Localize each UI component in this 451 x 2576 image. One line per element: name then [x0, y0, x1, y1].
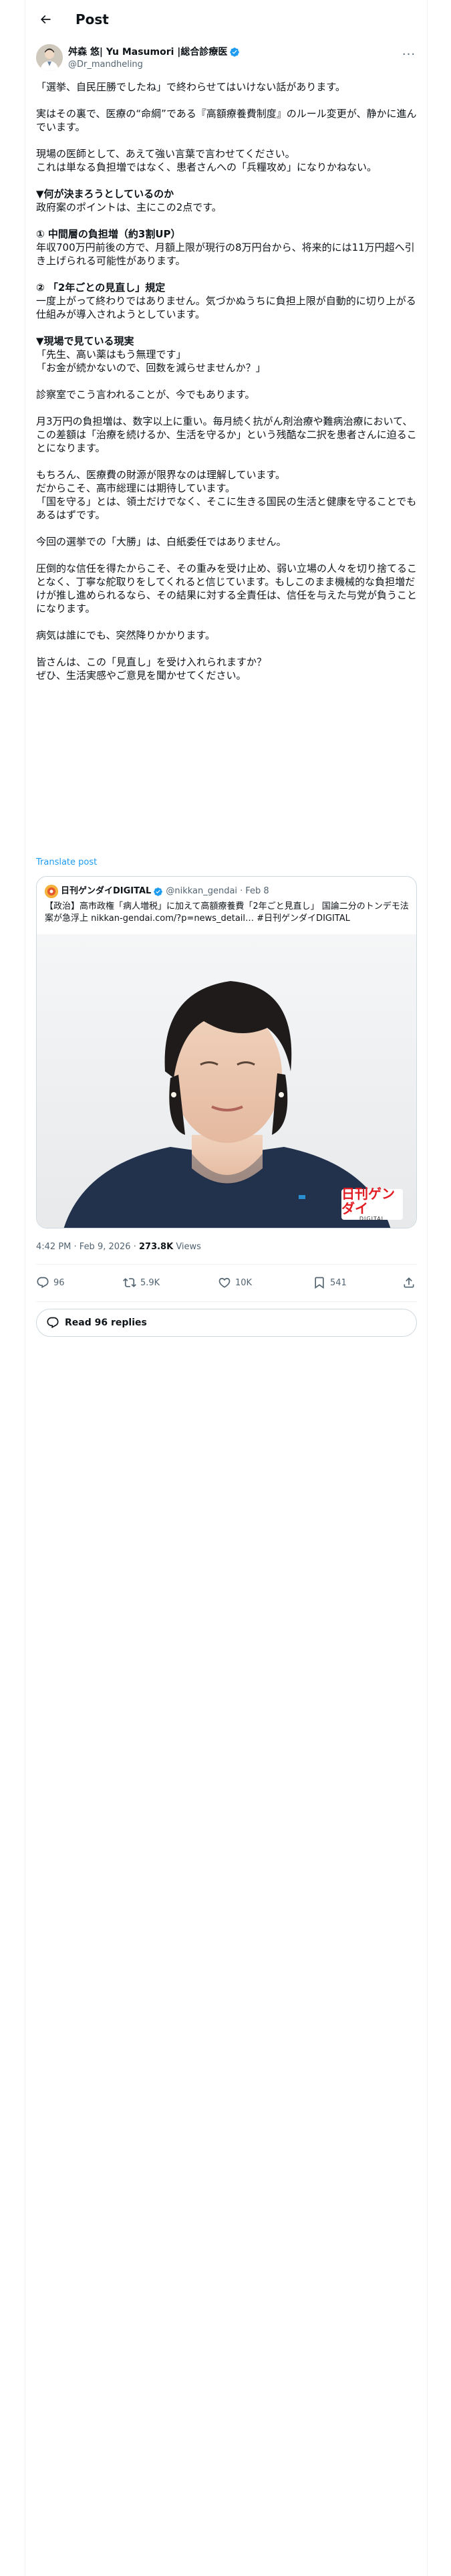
post-time[interactable]: 4:42 PM	[36, 1242, 71, 1252]
post-paragraph: 実はその裏で、医療の“命綱”である『高額療養費制度』のルール変更が、静かに進んで…	[36, 108, 417, 133]
repost-count: 5.9K	[140, 1277, 160, 1288]
share-icon	[404, 1277, 414, 1288]
views-count: 273.8K	[138, 1242, 174, 1252]
reply-count: 96	[53, 1277, 65, 1288]
read-replies-button[interactable]: Read 96 replies	[36, 1309, 417, 1337]
post-paragraph: 月3万円の負担増は、数字以上に重い。毎月続く抗がん剤治療や難病治療において、この…	[36, 415, 417, 454]
post-paragraph: ① 中間層の負担増（約3割UP）	[36, 228, 181, 240]
post-paragraph: 現場の医師として、あえて強い言葉で言わせてください。 これは単なる負担増ではなく…	[36, 148, 378, 173]
quoted-post[interactable]: 日刊ゲンダイDIGITAL @nikkan_gendai · Feb 8 【政治…	[36, 876, 417, 1228]
portrait-photo	[37, 934, 416, 1228]
watermark-sub: DIGITAL	[359, 1216, 386, 1222]
gendai-watermark: 日刊ゲンダイ DIGITAL	[341, 1186, 403, 1222]
quoted-text: 【政治】高市政権「病人増税」に加えて高額療養費「2年ごと見直し」 国論二分のトン…	[45, 901, 409, 924]
share-button[interactable]	[402, 1271, 420, 1295]
views-label: Views	[176, 1242, 201, 1252]
post-paragraph: ② 「2年ごとの見直し」規定	[36, 282, 166, 294]
verified-badge-icon	[230, 47, 240, 57]
author-handle[interactable]: @Dr_mandheling	[68, 59, 143, 71]
read-replies-label: Read 96 replies	[65, 1317, 147, 1328]
post-paragraph: 年収700万円前後の方で、月額上限が現行の8万円台から、将来的には11万円超へ引…	[36, 241, 415, 267]
meta-dot: ·	[133, 1242, 139, 1252]
translate-post-link[interactable]: Translate post	[36, 857, 97, 867]
post-paragraph: 「先生、高い薬はもう無理です」 「お金が続かないので、回数を減らせませんか？」	[36, 348, 266, 374]
post-paragraph: 今回の選挙での「大勝」は、白紙委任ではありません。	[36, 536, 287, 548]
post-text: 「選挙、自民圧勝でしたね」で終わらせてはいけない話があります。実はその裏で、医療…	[36, 80, 417, 682]
like-count: 10K	[235, 1277, 253, 1288]
page-title: Post	[76, 11, 109, 27]
post-column: Post 舛森 悠| Yu Masumori |総合診療医 @Dr_mandhe…	[25, 0, 428, 2576]
heart-icon	[218, 1277, 231, 1288]
quoted-date: Feb 8	[245, 886, 269, 896]
post-paragraph: もちろん、医療費の財源が限界なのは理解しています。 だからこそ、高市総理には期待…	[36, 469, 417, 521]
quoted-avatar	[45, 885, 58, 898]
author-name[interactable]: 舛森 悠| Yu Masumori |総合診療医	[68, 46, 227, 58]
post-paragraph: 一度上がって終わりではありません。気づかぬうちに負担上限が自動的に切り上がる仕組…	[36, 295, 416, 320]
quoted-author-name: 日刊ゲンダイDIGITAL	[61, 886, 152, 896]
bookmark-icon	[315, 1277, 324, 1289]
top-bar: Post	[25, 0, 427, 39]
post-paragraph: 圧倒的な信任を得たからこそ、その重みを受け止め、弱い立場の人々を切り捨てることな…	[36, 562, 418, 615]
back-button[interactable]	[36, 10, 55, 29]
post-paragraph: ▼現場で見ている現実	[36, 335, 134, 347]
quoted-post-header: 日刊ゲンダイDIGITAL @nikkan_gendai · Feb 8	[45, 885, 269, 898]
quoted-author-handle: @nikkan_gendai	[166, 886, 238, 896]
post-paragraph: 「選挙、自民圧勝でしたね」で終わらせてはいけない話があります。	[36, 81, 345, 93]
repost-button[interactable]: 5.9K	[123, 1271, 160, 1295]
post-date[interactable]: Feb 9, 2026	[80, 1242, 131, 1252]
like-button[interactable]: 10K	[218, 1271, 252, 1295]
gendai-logo-icon	[45, 885, 58, 898]
watermark-main: 日刊ゲンダイ	[341, 1186, 395, 1216]
post-paragraph: 政府案のポイントは、主にこの2点です。	[36, 201, 222, 213]
post-paragraph: 皆さんは、この「見直し」を受け入れられますか？ ぜひ、生活実感やご意見を聞かせて…	[36, 656, 267, 681]
avatar[interactable]	[36, 44, 63, 71]
author-name-row: 舛森 悠| Yu Masumori |総合診療医	[68, 46, 240, 58]
post-paragraph: ▼何が決まろうとしているのか	[36, 188, 174, 200]
post-paragraph: 病気は誰にでも、突然降りかかります。	[36, 629, 216, 641]
post-author: 舛森 悠| Yu Masumori |総合診療医 @Dr_mandheling …	[36, 44, 417, 74]
repost-icon	[123, 1278, 136, 1287]
meta-dot: ·	[73, 1242, 80, 1252]
bookmark-button[interactable]: 541	[313, 1271, 347, 1295]
quoted-dot: ·	[240, 886, 243, 896]
reply-icon	[37, 1277, 49, 1289]
action-bar: 96 5.9K 10K 541	[36, 1271, 417, 1295]
more-options-button[interactable]: ···	[401, 47, 417, 62]
divider	[36, 1301, 417, 1302]
back-arrow-icon	[40, 15, 51, 24]
chat-bubble-icon	[47, 1317, 59, 1329]
more-dots-icon: ···	[402, 47, 416, 62]
reply-button[interactable]: 96	[36, 1271, 65, 1295]
post-paragraph: 診察室でこう言われることが、今でもあります。	[36, 389, 255, 401]
divider	[36, 1264, 417, 1265]
post-meta: 4:42 PM · Feb 9, 2026 · 273.8K Views	[36, 1242, 201, 1252]
bookmark-count: 541	[330, 1277, 347, 1288]
quoted-photo[interactable]: 日刊ゲンダイ DIGITAL	[37, 934, 416, 1228]
verified-badge-icon	[154, 887, 163, 896]
